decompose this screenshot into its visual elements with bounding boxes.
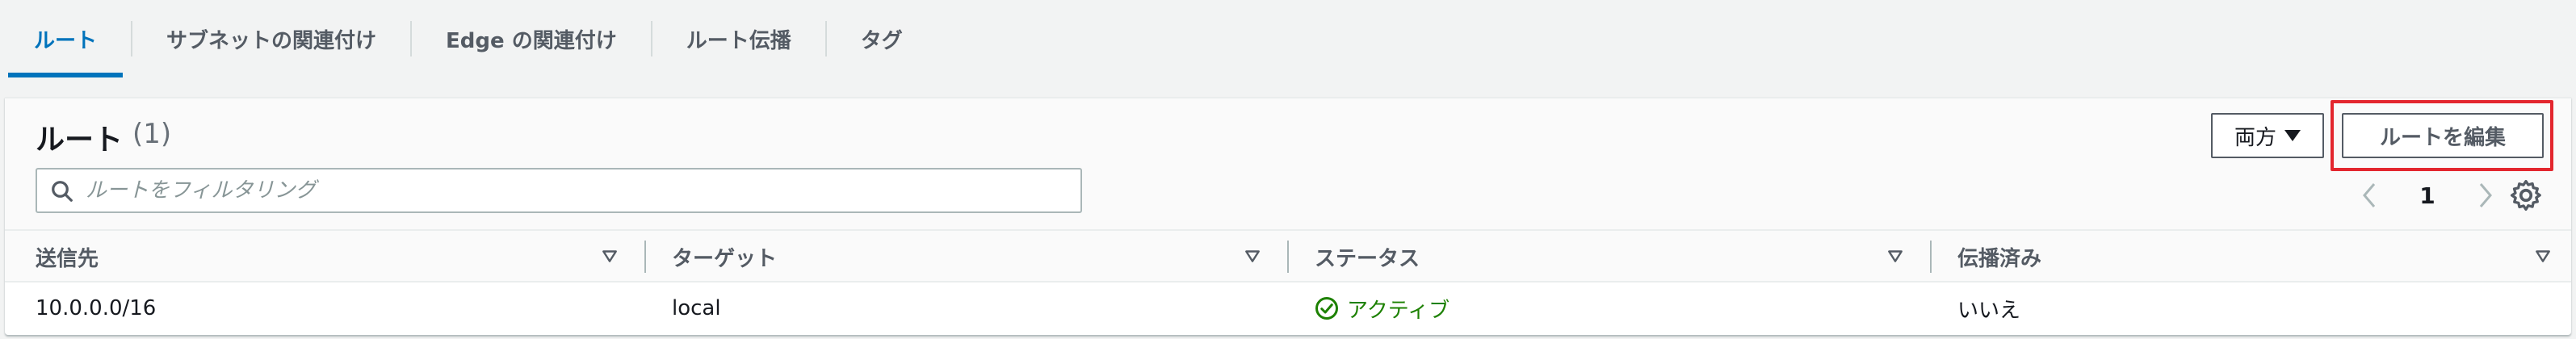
chevron-right-icon[interactable] [2471, 179, 2500, 211]
cell-propagated: いいえ [1957, 298, 2021, 323]
column-header-target[interactable]: ターゲット [672, 231, 777, 282]
tab-route-propagation[interactable]: ルート伝播 [652, 0, 825, 77]
check-circle-icon [1315, 297, 1338, 320]
current-page[interactable]: 1 [2419, 182, 2435, 209]
tab-edge-associations[interactable]: Edge の関連付け [412, 0, 651, 77]
table-header: 送信先 ターゲット ステータス 伝播済み [5, 231, 2571, 282]
caret-down-icon [2284, 130, 2301, 141]
column-divider[interactable] [1930, 241, 1932, 273]
column-header-propagated[interactable]: 伝播済み [1957, 231, 2041, 282]
tab-tags[interactable]: タグ [827, 0, 937, 77]
status-text: アクティブ [1347, 298, 1450, 323]
search-icon [52, 181, 73, 202]
select-value: 両方 [2234, 125, 2276, 150]
column-divider[interactable] [1287, 241, 1289, 273]
column-header-destination[interactable]: 送信先 [36, 231, 99, 282]
route-filter[interactable] [36, 168, 1082, 213]
pagination: 1 [2355, 173, 2500, 218]
sort-icon[interactable] [2534, 247, 2552, 265]
panel-title: ルート [36, 123, 124, 157]
tab-routes[interactable]: ルート [0, 0, 131, 77]
filter-input[interactable] [86, 174, 1071, 207]
tab-bar: ルート サブネットの関連付け Edge の関連付け ルート伝播 タグ [0, 0, 2576, 77]
gear-icon[interactable] [2508, 178, 2544, 213]
sort-icon[interactable] [1244, 247, 1261, 265]
cell-destination: 10.0.0.0/16 [36, 296, 157, 320]
column-header-status[interactable]: ステータス [1315, 231, 1420, 282]
table-row[interactable]: 10.0.0.0/16 local アクティブ いいえ [5, 282, 2571, 334]
sort-icon[interactable] [601, 247, 619, 265]
cell-status: アクティブ [1315, 282, 1450, 334]
column-divider[interactable] [644, 241, 646, 273]
routes-panel: ルート (1) 両方 ルートを編集 1 [5, 97, 2571, 335]
panel-header: ルート (1) 両方 ルートを編集 1 [5, 98, 2571, 231]
route-count: (1) [132, 118, 172, 150]
filter-select[interactable]: 両方 [2211, 113, 2324, 158]
chevron-left-icon[interactable] [2355, 179, 2384, 211]
cell-target: local [672, 296, 721, 320]
sort-icon[interactable] [1886, 247, 1904, 265]
edit-routes-button[interactable]: ルートを編集 [2342, 113, 2544, 158]
tab-subnet-associations[interactable]: サブネットの関連付け [132, 0, 410, 77]
